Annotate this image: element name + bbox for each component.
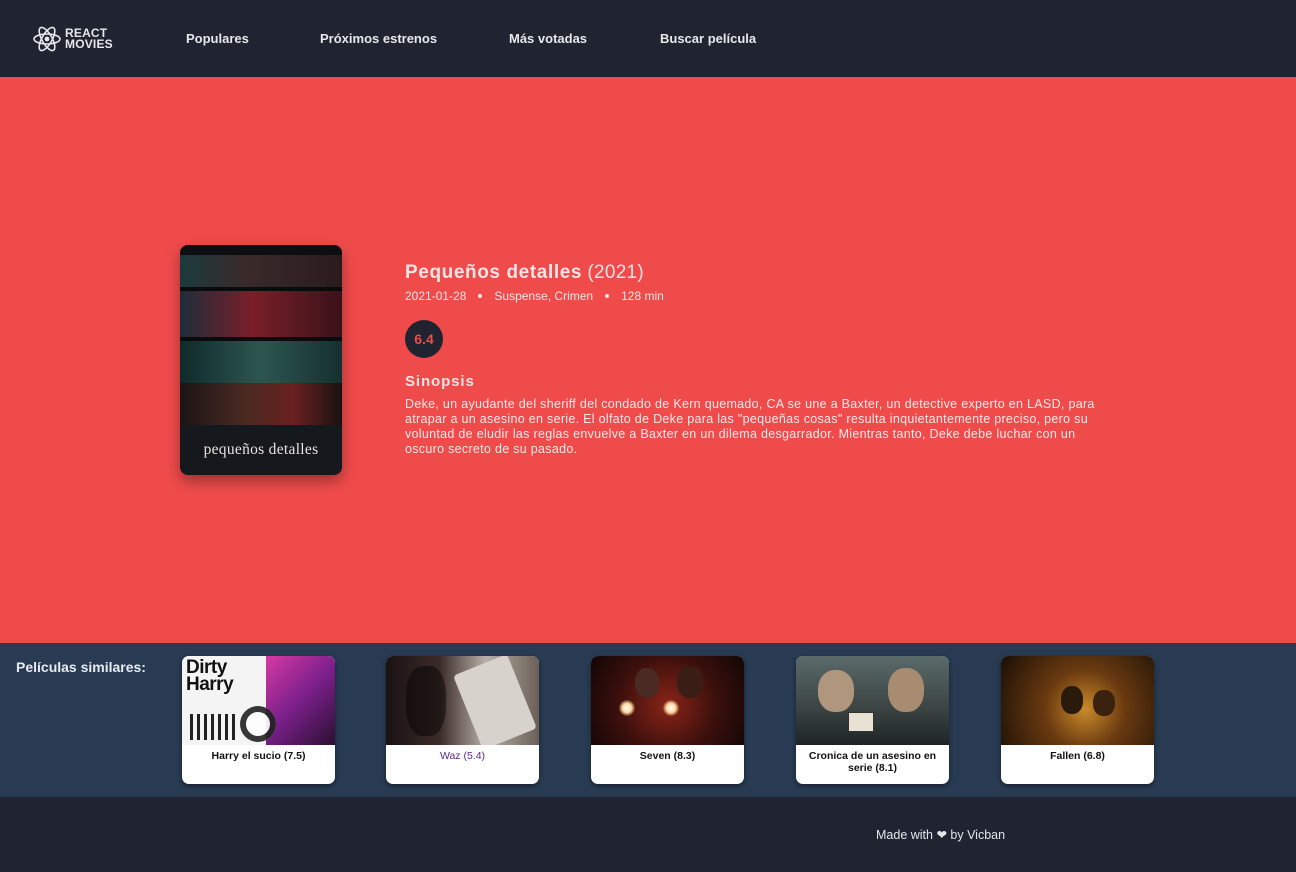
nav-link-buscar-pelicula[interactable]: Buscar película xyxy=(660,31,756,46)
similar-movie-title: Waz (5.4) xyxy=(439,750,486,762)
poster-title-text: Dirty Harry xyxy=(186,657,234,695)
similar-movie-card[interactable]: Cronica de un asesino en serie (8.1) xyxy=(796,656,949,784)
synopsis-text: Deke, un ayudante del sheriff del condad… xyxy=(405,397,1095,456)
nav-link-proximos-estrenos[interactable]: Próximos estrenos xyxy=(320,31,437,46)
nav-link-populares[interactable]: Populares xyxy=(186,31,249,46)
similar-movies-label: Películas similares: xyxy=(16,659,146,675)
similar-movie-thumbnail xyxy=(796,656,949,745)
logo-text: REACT MOVIES xyxy=(65,27,113,51)
movie-info: Pequeños detalles (2021) 2021-01-28 Susp… xyxy=(405,262,1105,457)
similar-movie-title: Harry el sucio (7.5) xyxy=(211,750,306,762)
nav-link-mas-votadas[interactable]: Más votadas xyxy=(509,31,587,46)
synopsis-heading: Sinopsis xyxy=(405,373,475,390)
similar-movie-card[interactable]: Fallen (6.8) xyxy=(1001,656,1154,784)
movie-title: Pequeños detalles xyxy=(405,262,583,283)
poster-caption: pequeños detalles xyxy=(203,441,319,458)
movie-meta: 2021-01-28 Suspense, Crimen 128 min xyxy=(405,289,1105,303)
similar-movie-title: Fallen (6.8) xyxy=(1050,750,1105,762)
similar-movie-thumbnail xyxy=(386,656,539,745)
separator-dot xyxy=(605,294,610,298)
footer: Made with ❤ by Vicban xyxy=(0,797,1296,872)
similar-movie-title: Seven (8.3) xyxy=(639,750,696,762)
similar-movies-section: Películas similares: Dirty Harry Harry e… xyxy=(0,643,1296,797)
similar-movie-title: Cronica de un asesino en serie (8.1) xyxy=(808,750,937,774)
similar-movie-card[interactable]: Seven (8.3) xyxy=(591,656,744,784)
footer-credit: Made with ❤ by Vicban xyxy=(876,828,1006,842)
similar-movie-thumbnail xyxy=(591,656,744,745)
similar-movie-thumbnail: Dirty Harry xyxy=(182,656,335,745)
movie-year: (2021) xyxy=(587,262,645,283)
movie-title-row: Pequeños detalles (2021) xyxy=(405,262,1105,284)
similar-movie-card[interactable]: Dirty Harry Harry el sucio (7.5) xyxy=(182,656,335,784)
movie-poster: pequeños detalles xyxy=(180,245,342,475)
runtime: 128 min xyxy=(621,289,664,303)
similar-movie-thumbnail xyxy=(1001,656,1154,745)
movie-detail-hero: pequeños detalles Pequeños detalles (202… xyxy=(0,77,1296,643)
rating-badge: 6.4 xyxy=(405,320,443,358)
separator-dot xyxy=(478,294,483,298)
top-navbar: REACT MOVIES Populares Próximos estrenos… xyxy=(0,0,1296,77)
release-date: 2021-01-28 xyxy=(405,289,467,303)
similar-movie-card[interactable]: Waz (5.4) xyxy=(386,656,539,784)
react-atom-icon xyxy=(33,26,61,52)
genres: Suspense, Crimen xyxy=(494,289,594,303)
logo[interactable]: REACT MOVIES xyxy=(32,24,113,54)
logo-line-2: MOVIES xyxy=(65,37,113,51)
